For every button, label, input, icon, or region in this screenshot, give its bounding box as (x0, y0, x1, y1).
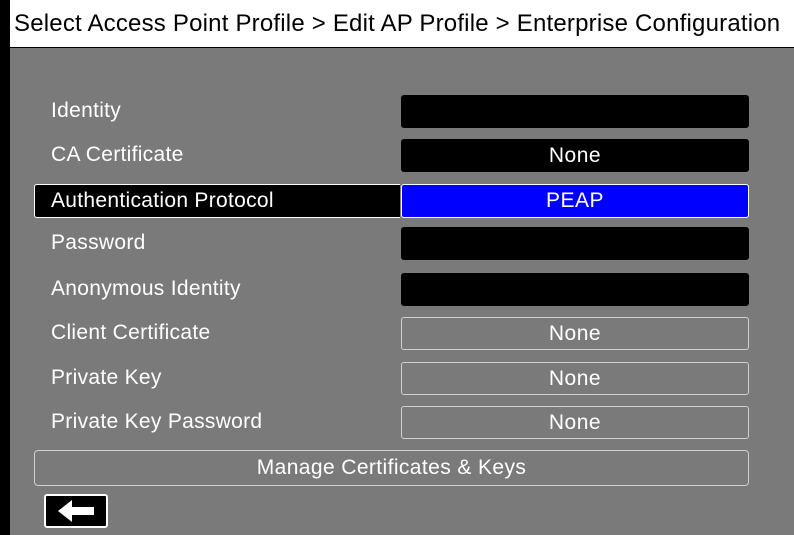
row-ca-certificate[interactable]: CA Certificate None (34, 138, 749, 172)
private-key-field[interactable]: None (401, 362, 749, 395)
anonymous-identity-field[interactable] (401, 273, 749, 306)
arrow-left-icon (58, 500, 94, 522)
identity-field[interactable] (401, 95, 749, 128)
manage-certificates-button[interactable]: Manage Certificates & Keys (34, 450, 749, 486)
left-border (0, 0, 10, 535)
private-key-password-field[interactable]: None (401, 406, 749, 439)
identity-label: Identity (51, 99, 122, 122)
ca-certificate-field[interactable]: None (401, 139, 749, 172)
password-field[interactable] (401, 227, 749, 260)
row-identity[interactable]: Identity (34, 94, 749, 128)
enterprise-config-panel: Identity CA Certificate None Authenticat… (10, 48, 794, 535)
authentication-protocol-label: Authentication Protocol (34, 184, 400, 218)
row-private-key-password[interactable]: Private Key Password None (34, 405, 749, 439)
breadcrumb-title: Select Access Point Profile > Edit AP Pr… (14, 10, 781, 37)
client-certificate-field[interactable]: None (401, 317, 749, 350)
row-private-key[interactable]: Private Key None (34, 361, 749, 395)
anonymous-identity-label: Anonymous Identity (51, 277, 241, 300)
row-client-certificate[interactable]: Client Certificate None (34, 316, 749, 350)
back-button[interactable] (44, 494, 108, 528)
row-anonymous-identity[interactable]: Anonymous Identity (34, 272, 749, 306)
private-key-label: Private Key (51, 366, 162, 389)
title-bar: Select Access Point Profile > Edit AP Pr… (10, 0, 794, 48)
row-password[interactable]: Password (34, 226, 749, 260)
client-certificate-label: Client Certificate (51, 321, 211, 344)
authentication-protocol-field[interactable]: PEAP (401, 184, 749, 218)
row-authentication-protocol[interactable]: Authentication Protocol PEAP (34, 184, 749, 218)
app-screen: Select Access Point Profile > Edit AP Pr… (0, 0, 794, 535)
private-key-password-label: Private Key Password (51, 410, 263, 433)
password-label: Password (51, 231, 146, 254)
ca-certificate-label: CA Certificate (51, 143, 184, 166)
